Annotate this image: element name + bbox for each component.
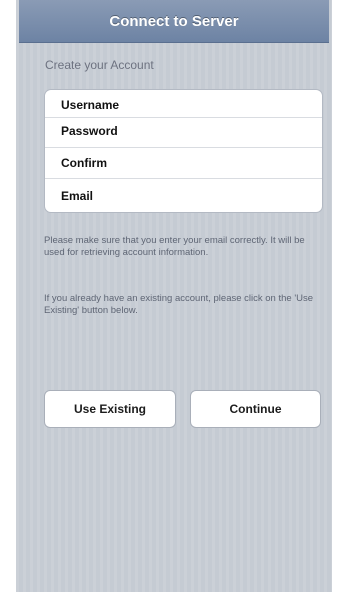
password-row[interactable]: Password [45,118,322,148]
username-row[interactable]: Username [45,90,322,118]
navigation-bar: Connect to Server [19,0,329,43]
email-info-text: Please make sure that you enter your ema… [44,235,305,258]
continue-button[interactable]: Continue [190,390,321,428]
confirm-password-field[interactable] [155,156,314,170]
username-field[interactable] [155,97,314,111]
existing-account-info-text: If you already have an existing account,… [44,293,314,316]
navbar-title: Connect to Server [109,13,239,30]
password-field[interactable] [155,124,314,138]
password-label: Password [61,124,118,138]
account-form: Username Password Confirm Email [44,89,323,213]
email-label: Email [61,189,94,203]
username-label: Username [61,98,120,112]
use-existing-button[interactable]: Use Existing [44,390,176,428]
confirm-row[interactable]: Confirm [45,148,322,179]
section-header: Create your Account [45,58,154,72]
confirm-label: Confirm [61,156,107,170]
email-field[interactable] [155,189,314,203]
email-row[interactable]: Email [45,179,322,212]
